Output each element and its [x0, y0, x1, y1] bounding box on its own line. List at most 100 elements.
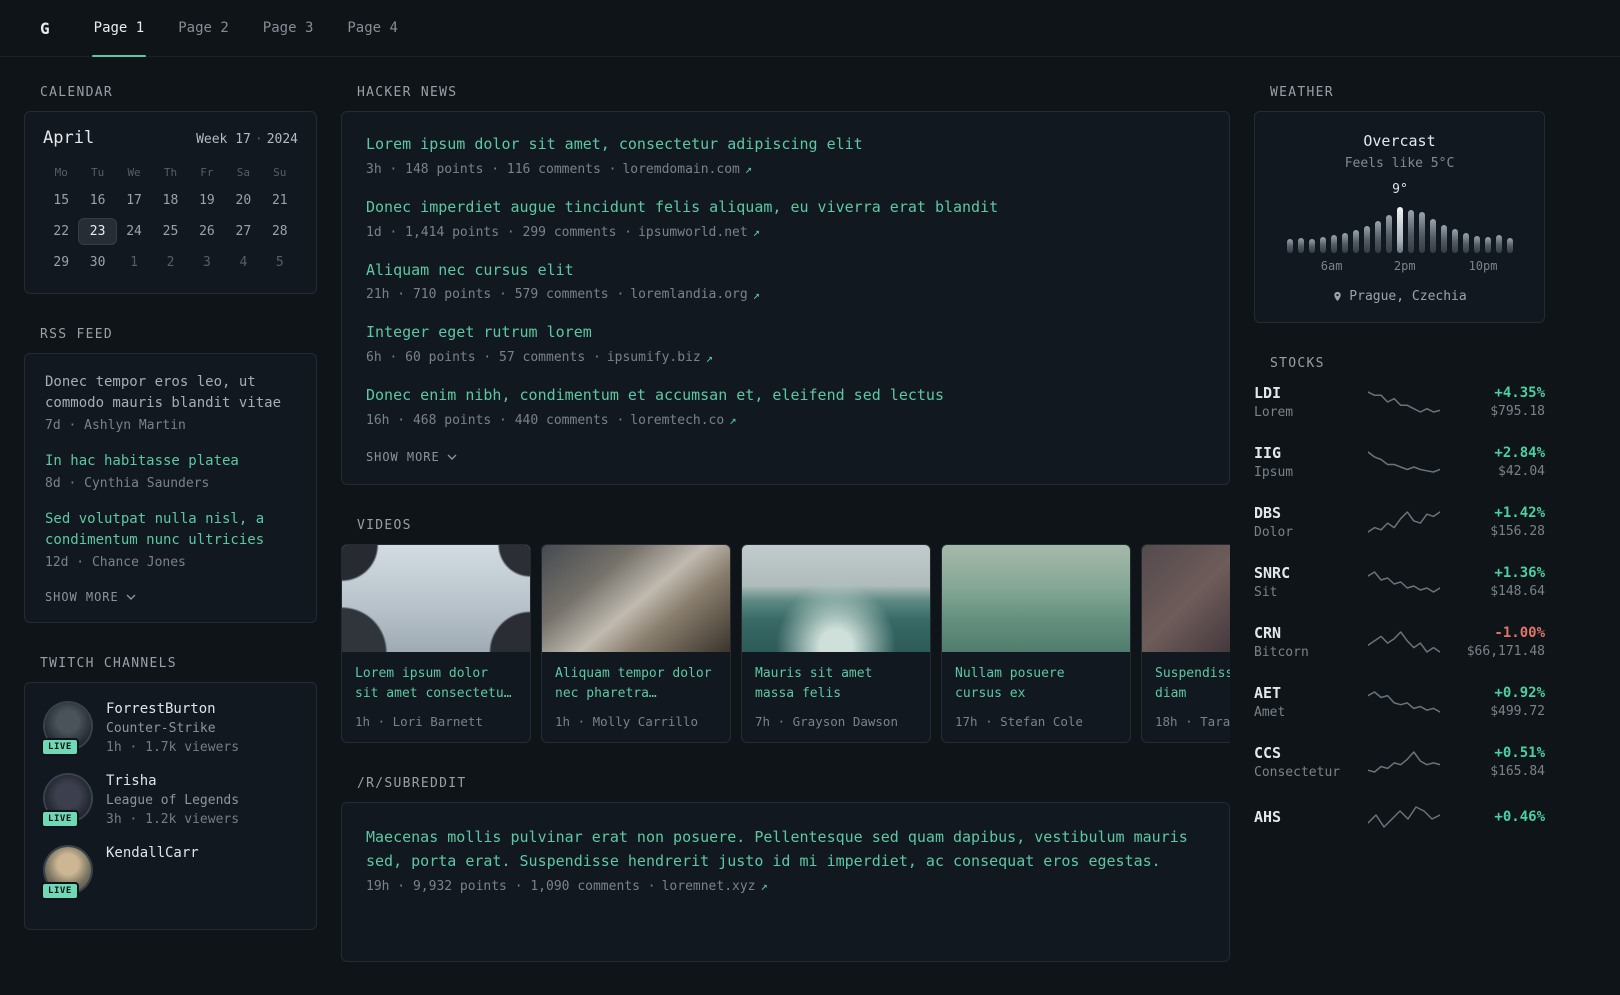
video-title-link[interactable]: Nullam posuere cursus ex: [955, 664, 1117, 705]
stock-symbol: AET: [1254, 684, 1282, 702]
weather-bars: [1269, 205, 1530, 253]
video-title-link[interactable]: Mauris sit amet massa felis: [755, 664, 917, 705]
stock-change: +0.51%: [1494, 745, 1545, 761]
stock-symbol: AHS: [1254, 808, 1282, 826]
video-thumbnail[interactable]: [942, 544, 1130, 652]
weather-hour-bar: [1451, 229, 1458, 253]
stock-identity: SNRC Sit: [1254, 564, 1350, 600]
weather-hour-bar: [1440, 225, 1447, 253]
stock-row[interactable]: LDI Lorem +4.35% $795.18: [1254, 384, 1545, 420]
stock-row[interactable]: AET Amet +0.92% $499.72: [1254, 684, 1545, 720]
hn-item-link[interactable]: Donec imperdiet augue tincidunt felis al…: [366, 197, 1205, 219]
hn-item-meta: 6h · 60 points · 57 comments · ipsumify.…: [366, 350, 1205, 365]
weather-hour-bar: [1396, 207, 1403, 253]
weather-hour-bar: [1495, 235, 1502, 253]
hn-item-link[interactable]: Aliquam nec cursus elit: [366, 260, 1205, 282]
channel-name[interactable]: Trisha: [106, 773, 239, 789]
hn-meta-text: 1d · 1,414 points · 299 comments ·: [366, 224, 633, 240]
page-tab[interactable]: Page 2: [176, 0, 231, 56]
stock-row[interactable]: DBS Dolor +1.42% $156.28: [1254, 504, 1545, 540]
rss-show-more-button[interactable]: SHOW MORE: [45, 588, 136, 608]
page-tab[interactable]: Page 4: [345, 0, 400, 56]
video-card[interactable]: Suspendisse diam 18h · Tara: [1141, 543, 1230, 743]
source-link[interactable]: loremnet.xyz ↗: [662, 879, 768, 894]
stock-values: +4.35% $795.18: [1457, 385, 1545, 419]
page-tab[interactable]: Page 1: [91, 0, 147, 57]
channel-name[interactable]: ForrestBurton: [106, 701, 239, 717]
external-link-icon: ↗: [760, 879, 768, 894]
video-card[interactable]: Aliquam tempor dolor nec pharetra… 1h · …: [541, 543, 731, 743]
hacker-news-widget-title: HACKER NEWS: [357, 85, 458, 100]
video-card[interactable]: Mauris sit amet massa felis 7h · Grayson…: [741, 543, 931, 743]
stock-row[interactable]: IIG Ipsum +2.84% $42.04: [1254, 444, 1545, 480]
hn-item: Donec enim nibh, condimentum et accumsan…: [366, 385, 1205, 428]
rss-item-link[interactable]: Donec tempor eros leo, ut commodo mauris…: [45, 372, 296, 414]
stock-change: +0.46%: [1494, 809, 1545, 825]
calendar-day: 4: [239, 255, 248, 270]
video-card[interactable]: Lorem ipsum dolor sit amet consectetu… 1…: [341, 543, 531, 743]
stock-row[interactable]: SNRC Sit +1.36% $148.64: [1254, 564, 1545, 600]
video-meta: 18h · Tara: [1155, 713, 1230, 729]
stock-symbol: DBS: [1254, 504, 1282, 522]
calendar-day: 29: [53, 255, 70, 270]
stock-sparkline: [1350, 804, 1457, 830]
video-thumbnail[interactable]: [542, 544, 730, 652]
stock-price: $42.04: [1498, 464, 1545, 479]
video-card[interactable]: Nullam posuere cursus ex 17h · Stefan Co…: [941, 543, 1131, 743]
source-link[interactable]: loremlandia.org ↗: [630, 287, 760, 302]
source-link[interactable]: loremdomain.com ↗: [622, 162, 752, 177]
weather-hour-bar: [1462, 233, 1469, 253]
stock-row[interactable]: CRN Bitcorn -1.00% $66,171.48: [1254, 624, 1545, 660]
video-meta: 1h · Lori Barnett: [355, 713, 483, 729]
video-title-link[interactable]: Aliquam tempor dolor nec pharetra…: [555, 664, 717, 705]
video-thumbnail[interactable]: [1142, 544, 1230, 652]
weather-condition: Overcast: [1363, 132, 1436, 150]
stock-price: $499.72: [1490, 704, 1545, 719]
source-link[interactable]: ipsumworld.net ↗: [638, 225, 760, 240]
subreddit-post-link[interactable]: Maecenas mollis pulvinar erat non posuer…: [366, 825, 1205, 873]
twitch-channel-list: LIVE ForrestBurton Counter-Strike 1h · 1…: [41, 701, 296, 900]
stock-symbol: LDI: [1254, 384, 1282, 402]
video-thumbnail[interactable]: [342, 544, 530, 652]
hn-show-more-button[interactable]: SHOW MORE: [366, 448, 457, 468]
video-title-link[interactable]: Suspendisse diam: [1155, 664, 1230, 705]
chevron-down-icon: [447, 454, 457, 460]
stock-price: $156.28: [1490, 524, 1545, 539]
stock-values: -1.00% $66,171.48: [1457, 625, 1545, 659]
source-link[interactable]: ipsumify.biz ↗: [607, 350, 713, 365]
stock-identity: LDI Lorem: [1254, 384, 1350, 420]
stock-identity: IIG Ipsum: [1254, 444, 1350, 480]
twitch-channel-row[interactable]: LIVE KendallCarr: [41, 845, 296, 900]
hn-item-link[interactable]: Integer eget rutrum lorem: [366, 322, 1205, 344]
rss-item-link[interactable]: Sed volutpat nulla nisl, a condimentum n…: [45, 509, 296, 551]
weather-hour-bar: [1429, 219, 1436, 253]
channel-meta: 1h · 1.7k viewers: [106, 740, 240, 755]
hn-item-link[interactable]: Lorem ipsum dolor sit amet, consectetur …: [366, 134, 1205, 156]
stock-row[interactable]: AHS +0.46%: [1254, 804, 1545, 830]
live-badge: LIVE: [41, 882, 79, 900]
twitch-channel-row[interactable]: LIVE Trisha League of Legends 3h · 1.2k …: [41, 773, 296, 828]
weather-hour-bar: [1473, 236, 1480, 253]
stock-identity: CCS Consectetur: [1254, 744, 1350, 780]
channel-name[interactable]: KendallCarr: [106, 845, 199, 861]
calendar-day: 2: [166, 255, 175, 270]
page-tab[interactable]: Page 3: [261, 0, 316, 56]
source-link[interactable]: loremtech.co ↗: [630, 413, 736, 428]
hacker-news-widget: HACKER NEWS Lorem ipsum dolor sit amet, …: [341, 85, 1230, 485]
weather-hour-bar: [1363, 226, 1370, 253]
location-pin-icon: [1334, 291, 1342, 302]
stock-row[interactable]: CCS Consectetur +0.51% $165.84: [1254, 744, 1545, 780]
stocks-widget-title: STOCKS: [1270, 356, 1325, 371]
weather-time-labels: 6am 2pm 10pm: [1269, 259, 1530, 275]
calendar-week-year: Week 17 · 2024: [196, 132, 298, 147]
video-title-link[interactable]: Lorem ipsum dolor sit amet consectetu…: [355, 664, 517, 705]
twitch-channel-row[interactable]: LIVE ForrestBurton Counter-Strike 1h · 1…: [41, 701, 296, 756]
live-badge: LIVE: [41, 810, 79, 828]
stock-price: $148.64: [1490, 584, 1545, 599]
video-thumbnail[interactable]: [742, 544, 930, 652]
calendar-year: 2024: [266, 132, 298, 147]
rss-item-link[interactable]: In hac habitasse platea: [45, 451, 296, 472]
hn-item-link[interactable]: Donec enim nibh, condimentum et accumsan…: [366, 385, 1205, 407]
calendar-days-grid: 15 16 17 18 19 20 21 22 23 24 25 26 27 28 29 30 1 2 3 4 5: [43, 188, 298, 275]
weather-hour-bar: [1484, 237, 1491, 253]
